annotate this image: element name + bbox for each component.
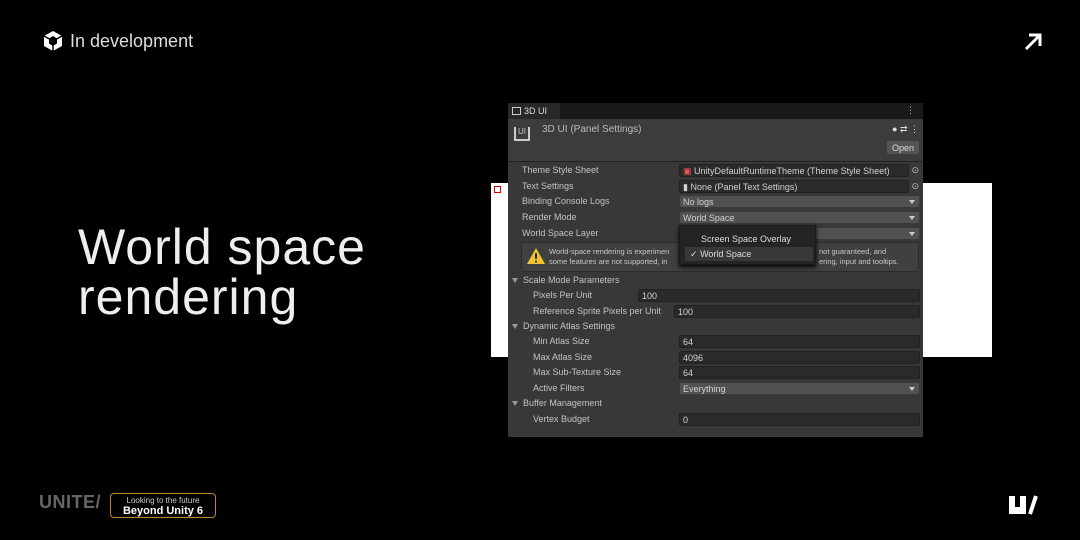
unite-logo: UNITE/ — [39, 492, 102, 512]
row-label: Binding Console Logs — [522, 196, 610, 206]
row-label: Max Atlas Size — [533, 352, 593, 362]
row-label: Pixels Per Unit — [533, 290, 593, 300]
row-label: Active Filters — [533, 383, 585, 393]
menu-item-label: World Space — [700, 249, 752, 259]
page-title: World space rendering — [78, 222, 366, 322]
header-icons: ● ⇄ ⋮ — [892, 124, 919, 135]
menu-item-world-space[interactable]: ✓ World Space — [685, 247, 813, 261]
section-buffer-management[interactable]: Buffer Management — [508, 396, 923, 411]
unity-logo-icon — [43, 31, 63, 51]
header-title: 3D UI (Panel Settings) — [542, 124, 642, 135]
max-atlas-size-input[interactable]: 4096 — [679, 351, 920, 364]
row-reference-sprite-ppu: Reference Sprite Pixels per Unit 100 — [508, 304, 923, 319]
active-filters-dropdown[interactable]: Everything — [679, 382, 920, 395]
section-title: Dynamic Atlas Settings — [523, 321, 616, 331]
caret-down-icon — [909, 200, 915, 204]
section-title: Scale Mode Parameters — [523, 275, 620, 285]
check-icon: ✓ — [690, 249, 698, 259]
row-label: Render Mode — [522, 212, 577, 222]
title-line-1: World space — [78, 219, 366, 275]
foldout-icon — [512, 278, 518, 283]
warning-text: ering, input and tooltips. — [819, 257, 899, 266]
more-menu-icon[interactable]: ⋮ — [910, 124, 919, 134]
text-settings-field[interactable]: ▮ None (Panel Text Settings) — [679, 180, 909, 193]
presets-icon[interactable]: ⇄ — [900, 124, 908, 134]
row-pixels-per-unit: Pixels Per Unit 100 — [508, 288, 923, 303]
tab-bar: 3D UI ⋮ — [508, 103, 923, 119]
row-min-atlas-size: Min Atlas Size 64 — [508, 334, 923, 349]
render-mode-dropdown[interactable]: World Space — [679, 211, 920, 224]
pixels-per-unit-input[interactable]: 100 — [638, 289, 920, 302]
row-max-atlas-size: Max Atlas Size 4096 — [508, 350, 923, 365]
stylesheet-icon: ▣ — [683, 166, 695, 176]
section-scale-mode-parameters[interactable]: Scale Mode Parameters — [508, 273, 923, 288]
vertex-budget-input[interactable]: 0 — [679, 413, 920, 426]
warning-text: World-space rendering is experimen — [549, 247, 670, 256]
caret-down-icon — [909, 216, 915, 220]
theme-style-sheet-field[interactable]: ▣ UnityDefaultRuntimeTheme (Theme Style … — [679, 164, 909, 177]
row-label: Theme Style Sheet — [522, 165, 599, 175]
row-theme-style-sheet: Theme Style Sheet ▣ UnityDefaultRuntimeTh… — [508, 163, 923, 178]
row-text-settings: Text Settings ▮ None (Panel Text Settings… — [508, 179, 923, 194]
foldout-icon — [512, 401, 518, 406]
event-badge: Looking to the future Beyond Unity 6 — [110, 493, 216, 518]
inspector-header: UI 3D UI (Panel Settings) ● ⇄ ⋮ Open — [508, 119, 923, 162]
warning-icon — [527, 248, 545, 264]
arrow-up-right-icon[interactable] — [1022, 31, 1044, 53]
row-label: Reference Sprite Pixels per Unit — [533, 306, 662, 316]
row-label: Min Atlas Size — [533, 336, 590, 346]
tab-label: 3D UI — [524, 106, 548, 116]
field-value: UnityDefaultRuntimeTheme (Theme Style Sh… — [694, 166, 890, 176]
brand-label: In development — [70, 30, 194, 51]
row-label: World Space Layer — [522, 228, 599, 238]
row-max-sub-texture-size: Max Sub-Texture Size 64 — [508, 365, 923, 380]
binding-console-logs-dropdown[interactable]: No logs — [679, 195, 920, 208]
section-title: Buffer Management — [523, 398, 602, 408]
tab-3d-ui[interactable]: 3D UI — [508, 103, 560, 119]
more-menu-icon[interactable]: ⋮ — [906, 105, 915, 116]
ui-icon — [512, 107, 521, 115]
row-active-filters: Active Filters Everything — [508, 381, 923, 396]
inspector-panel: 3D UI ⋮ UI 3D UI (Panel Settings) ● ⇄ ⋮ … — [508, 103, 923, 437]
caret-down-icon — [909, 387, 915, 391]
event-name: Beyond Unity 6 — [122, 505, 204, 517]
field-value: No logs — [683, 197, 714, 207]
warning-text: not guaranteed, and — [819, 247, 887, 256]
row-label: Vertex Budget — [533, 414, 590, 424]
object-picker-icon[interactable]: ⊙ — [911, 181, 919, 192]
caret-down-icon — [909, 232, 915, 236]
row-label: Max Sub-Texture Size — [533, 367, 622, 377]
section-dynamic-atlas-settings[interactable]: Dynamic Atlas Settings — [508, 319, 923, 334]
tagline: Looking to the future — [126, 496, 200, 505]
field-value: Everything — [683, 384, 726, 394]
min-atlas-size-input[interactable]: 64 — [679, 335, 920, 348]
title-line-2: rendering — [78, 269, 299, 325]
menu-item-screen-space-overlay[interactable]: Screen Space Overlay — [680, 234, 815, 244]
row-render-mode: Render Mode World Space — [508, 210, 923, 225]
panel-settings-icon: UI — [514, 127, 530, 141]
brand: In development — [42, 30, 193, 52]
row-label: Text Settings — [522, 181, 574, 191]
max-sub-texture-size-input[interactable]: 64 — [679, 366, 920, 379]
open-button[interactable]: Open — [887, 141, 919, 154]
object-picker-icon[interactable]: ⊙ — [911, 165, 919, 176]
missing-image-icon — [494, 186, 501, 193]
row-binding-console-logs: Binding Console Logs No logs — [508, 194, 923, 209]
unite-u-logo-icon — [1009, 495, 1038, 515]
field-value: World Space — [683, 213, 735, 223]
field-value: None (Panel Text Settings) — [690, 182, 798, 192]
warning-text: some features are not supported, in — [549, 257, 668, 266]
foldout-icon — [512, 324, 518, 329]
reference-sprite-ppu-input[interactable]: 100 — [674, 305, 920, 318]
render-mode-menu: Screen Space Overlay ✓ World Space — [679, 225, 816, 265]
help-icon[interactable]: ● — [892, 124, 897, 134]
row-vertex-budget: Vertex Budget 0 — [508, 412, 923, 427]
